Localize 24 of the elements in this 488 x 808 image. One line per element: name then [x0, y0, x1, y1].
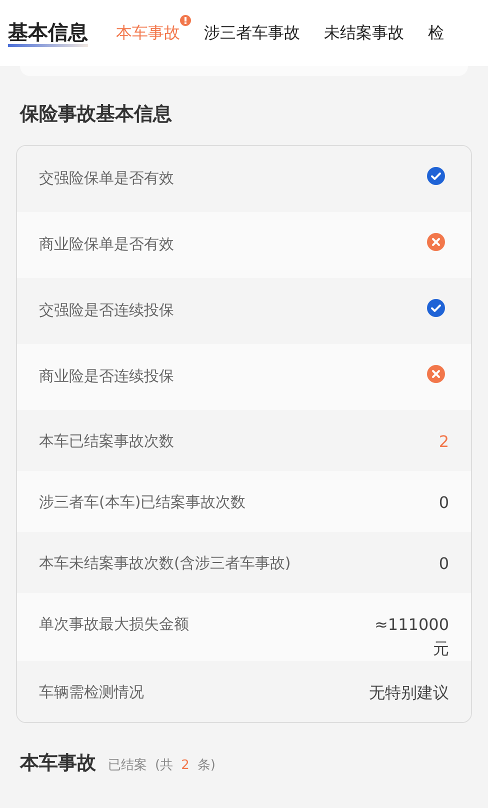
- row-label: 单次事故最大损失金额: [39, 614, 189, 634]
- status-text: 已结案: [108, 756, 147, 774]
- row-label: 本车已结案事故次数: [39, 430, 174, 452]
- row-label: 交强险是否连续投保: [39, 300, 174, 320]
- row-label: 涉三者车(本车)已结案事故次数: [39, 492, 246, 512]
- row-label: 商业险保单是否有效: [39, 234, 174, 254]
- count-number: 2: [181, 756, 190, 774]
- row-label: 本车未结案事故次数(含涉三者车事故): [39, 552, 291, 574]
- count-text: (共: [155, 756, 174, 774]
- row-value: 0: [438, 492, 449, 514]
- page-title: 基本信息: [8, 20, 88, 46]
- row-value: 无特别建议: [369, 682, 449, 704]
- row-label: 车辆需检测情况: [39, 682, 144, 702]
- count-text: 条): [197, 756, 216, 774]
- tab[interactable]: 未结案事故: [324, 21, 404, 45]
- section-title: 保险事故基本信息: [18, 102, 173, 127]
- row-value: 0: [438, 552, 449, 574]
- row-value: ≈111000 元: [374, 614, 449, 660]
- tab[interactable]: 涉三者车事故: [204, 21, 300, 45]
- row-value: 2: [438, 430, 449, 452]
- row-label: 交强险保单是否有效: [39, 168, 174, 188]
- section-title: 本车事故: [20, 750, 96, 776]
- row-label: 商业险是否连续投保: [39, 366, 174, 386]
- tab[interactable]: 检: [428, 21, 444, 45]
